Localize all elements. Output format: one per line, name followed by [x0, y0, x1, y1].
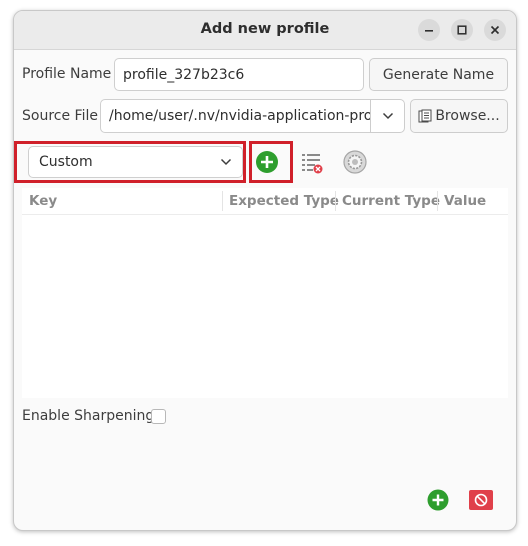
- chevron-down-icon: [220, 158, 232, 166]
- column-divider: [335, 191, 336, 211]
- setting-type-dropdown[interactable]: Custom: [28, 146, 243, 178]
- enable-sharpening-label: Enable Sharpening: [22, 408, 155, 424]
- source-file-dropdown-button[interactable]: [370, 99, 405, 133]
- remove-setting-button[interactable]: [300, 151, 324, 175]
- close-button[interactable]: [484, 19, 506, 41]
- source-file-input[interactable]: /home/user/.nv/nvidia-application-pro: [100, 99, 371, 133]
- titlebar: Add new profile: [14, 11, 516, 50]
- column-divider: [222, 191, 223, 211]
- add-icon: [427, 489, 449, 511]
- delete-profile-button[interactable]: [468, 489, 494, 511]
- column-header-expected-type[interactable]: Expected Type: [229, 193, 339, 209]
- generate-name-button[interactable]: Generate Name: [369, 58, 508, 91]
- window-title: Add new profile: [200, 21, 330, 37]
- column-header-value[interactable]: Value: [444, 193, 486, 209]
- table-header: Key Expected Type Current Type Value: [22, 188, 508, 215]
- minimize-button[interactable]: [418, 19, 440, 41]
- settings-table[interactable]: Key Expected Type Current Type Value: [22, 188, 508, 398]
- setting-type-selected: Custom: [39, 154, 93, 170]
- add-setting-button[interactable]: [255, 150, 279, 174]
- setting-options-button[interactable]: [342, 149, 368, 175]
- close-icon: [490, 25, 500, 35]
- column-header-key[interactable]: Key: [29, 193, 57, 209]
- column-header-current-type[interactable]: Current Type: [342, 193, 440, 209]
- add-icon: [256, 151, 278, 173]
- folder-icon: [418, 109, 432, 123]
- enable-sharpening-checkbox[interactable]: [151, 409, 166, 424]
- browse-button-label: Browse...: [435, 108, 500, 124]
- chevron-down-icon: [382, 112, 393, 120]
- delete-icon: [469, 490, 493, 510]
- column-divider: [437, 191, 438, 211]
- profile-name-label: Profile Name: [22, 66, 112, 82]
- source-file-label: Source File: [22, 108, 98, 124]
- list-remove-icon: [302, 154, 323, 174]
- profile-name-input[interactable]: profile_327b23c6: [114, 58, 364, 91]
- browse-button[interactable]: Browse...: [410, 99, 508, 133]
- maximize-icon: [457, 25, 467, 35]
- add-profile-dialog: Add new profile Profile Name profile_327…: [13, 10, 517, 531]
- add-profile-button[interactable]: [427, 489, 449, 511]
- maximize-button[interactable]: [451, 19, 473, 41]
- settings-icon: [343, 150, 367, 174]
- minimize-icon: [425, 30, 433, 32]
